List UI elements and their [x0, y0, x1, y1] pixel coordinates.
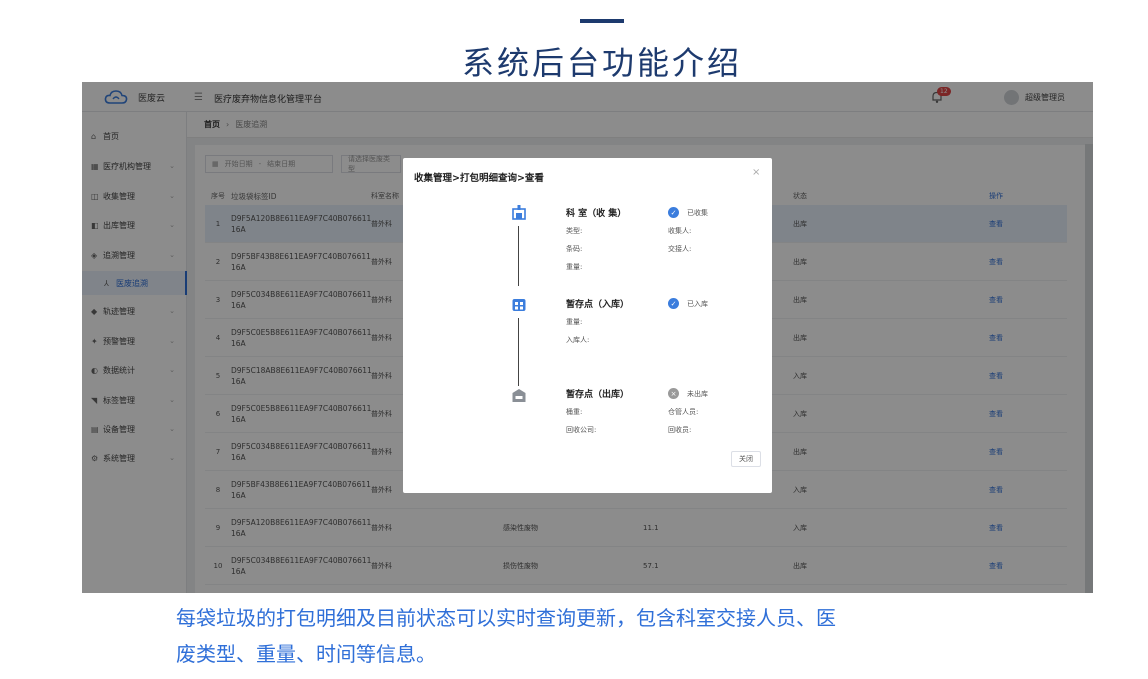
timeline-line — [518, 226, 519, 286]
title-accent-bar — [580, 19, 624, 23]
detail-modal: 收集管理>打包明细查询>查看 × 科 室（收 集） ✓ 已收集类型: 条码: 重量: 收集… — [403, 158, 772, 493]
department-icon — [512, 205, 526, 220]
slide-caption: 每袋垃圾的打包明细及目前状态可以实时查询更新，包含科室交接人员、医 废类型、重量… — [176, 600, 976, 672]
modal-title: 收集管理>打包明细查询>查看 — [414, 173, 544, 184]
close-button[interactable]: 关闭 — [731, 451, 761, 467]
status-check-icon: ✓ — [668, 298, 679, 309]
caption-line: 废类型、重量、时间等信息。 — [176, 642, 436, 666]
caption-line: 每袋垃圾的打包明细及目前状态可以实时查询更新，包含科室交接人员、医 — [176, 606, 836, 630]
slide-title: 系统后台功能介绍 — [461, 44, 742, 82]
step-field: 回收员: — [668, 426, 692, 434]
step-field: 交接人: — [668, 245, 692, 253]
step-status-text: 已收集 — [687, 208, 708, 217]
step-field: 类型: — [566, 227, 583, 235]
status-check-icon: ✓ — [668, 207, 679, 218]
step-field: 回收公司: — [566, 426, 597, 434]
slide: 系统后台功能介绍 医废云 ☰ 医疗废弃物信息化管理平台 12 超级管理员 ⌂ 首… — [0, 0, 1148, 679]
step-status: × 未出库 — [668, 388, 708, 399]
step-field: 重量: — [566, 318, 583, 326]
step-field: 条码: — [566, 245, 583, 253]
storage-in-icon — [512, 299, 526, 311]
step-status: ✓ 已收集 — [668, 207, 708, 218]
step-field: 重量: — [566, 263, 583, 271]
step-name: 科 室（收 集） — [566, 209, 627, 219]
step-status-text: 已入库 — [687, 299, 708, 308]
close-icon[interactable]: × — [752, 167, 760, 178]
status-pending-icon: × — [668, 388, 679, 399]
step-name: 暂存点（入库） — [566, 300, 630, 310]
step-field: 仓管人员: — [668, 408, 699, 416]
timeline-line — [518, 318, 519, 386]
step-status-text: 未出库 — [687, 389, 708, 398]
app-screenshot: 医废云 ☰ 医疗废弃物信息化管理平台 12 超级管理员 ⌂ 首页 ▦ 医疗机构管理 ⌄ ◫… — [82, 82, 1093, 593]
step-field: 收集人: — [668, 227, 692, 235]
step-status: ✓ 已入库 — [668, 298, 708, 309]
step-field: 桶重: — [566, 408, 583, 416]
step-field: 入库人: — [566, 336, 590, 344]
storage-out-icon — [512, 389, 526, 402]
step-name: 暂存点（出库） — [566, 390, 630, 400]
